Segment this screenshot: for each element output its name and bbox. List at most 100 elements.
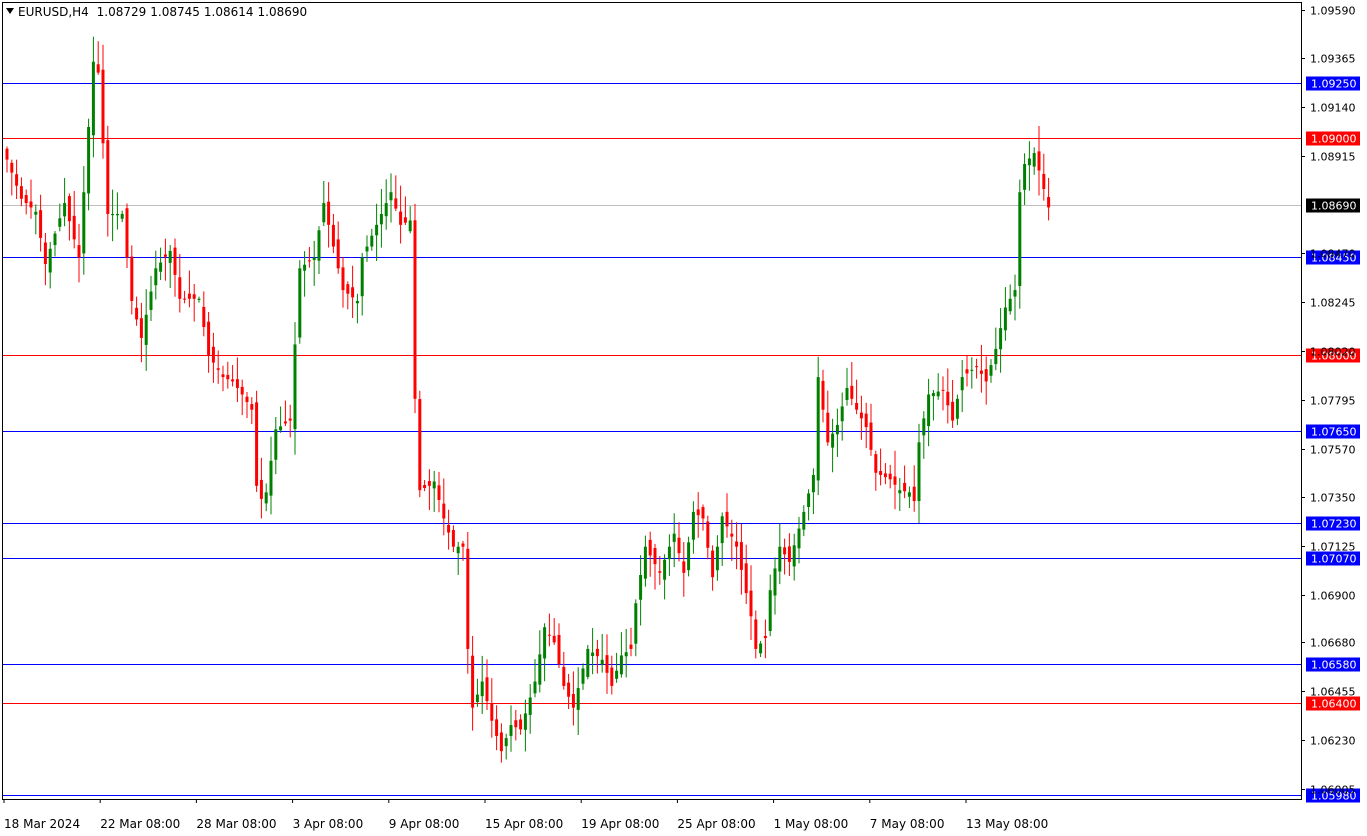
- candle-body: [77, 245, 81, 258]
- candle-body: [327, 201, 331, 225]
- candle-body: [591, 652, 595, 656]
- candle-body: [514, 720, 518, 728]
- candle-body: [322, 203, 326, 223]
- candle-body: [965, 369, 969, 374]
- candle-body: [490, 703, 494, 721]
- candle-body: [677, 537, 681, 554]
- horizontal-levels: 1.092501.090001.084501.080001.076501.072…: [3, 76, 1360, 803]
- candle-body: [687, 542, 691, 571]
- candle-body: [509, 725, 513, 736]
- candle-body: [840, 406, 844, 422]
- time-tick-label: 25 Apr 08:00: [677, 817, 755, 831]
- price-tick-label: 1.08915: [1310, 151, 1356, 164]
- level-price-label: 1.07070: [1311, 553, 1357, 566]
- candle-body: [34, 211, 38, 215]
- candle-body: [715, 546, 719, 571]
- time-tick-label: 3 Apr 08:00: [293, 817, 364, 831]
- candle-body: [893, 476, 897, 485]
- candle-body: [456, 546, 460, 554]
- candle-body: [451, 530, 455, 547]
- candle-body: [375, 224, 379, 236]
- candle-body: [941, 389, 945, 391]
- price-tick-label: 1.06900: [1310, 590, 1356, 603]
- candle-body: [43, 242, 47, 264]
- candle-body: [154, 268, 158, 286]
- candle-body: [562, 666, 566, 686]
- candle-body: [235, 379, 239, 388]
- candle-body: [615, 670, 619, 679]
- candle-body: [826, 412, 830, 443]
- candle-body: [759, 643, 763, 654]
- candle-body: [1008, 298, 1012, 312]
- candle-body: [279, 426, 283, 431]
- candle-body: [653, 548, 657, 565]
- candle-body: [178, 277, 182, 299]
- candle-body: [269, 460, 273, 496]
- candle-body: [307, 260, 311, 262]
- candle-body: [365, 246, 369, 252]
- candle-body: [264, 492, 268, 504]
- candle-body: [547, 634, 551, 636]
- candle-body: [48, 248, 52, 273]
- candle-body: [418, 399, 422, 491]
- candle-body: [543, 627, 547, 659]
- price-tick-label: 1.08245: [1310, 297, 1356, 310]
- price-tick-label: 1.08470: [1310, 248, 1356, 261]
- candlestick-chart[interactable]: 1.092501.090001.084501.080001.076501.072…: [0, 0, 1367, 836]
- candle-body: [778, 546, 782, 572]
- candle-body: [835, 424, 839, 435]
- time-tick-label: 9 Apr 08:00: [389, 817, 460, 831]
- candle-body: [495, 719, 499, 736]
- candle-body: [586, 648, 590, 677]
- candle-body: [999, 328, 1003, 350]
- candle-body: [667, 546, 671, 560]
- candle-body: [831, 433, 835, 448]
- candle-body: [658, 571, 662, 573]
- candle-body: [106, 140, 110, 214]
- level-price-label: 1.06580: [1311, 659, 1357, 672]
- candle-body: [389, 192, 393, 201]
- price-tick-label: 1.07125: [1310, 541, 1356, 554]
- candle-body: [504, 738, 508, 747]
- candle-body: [984, 369, 988, 382]
- candle-body: [379, 213, 383, 225]
- candle-body: [917, 442, 921, 502]
- price-tick-label: 1.06455: [1310, 686, 1356, 699]
- level-price-label: 1.07230: [1311, 518, 1357, 531]
- price-tick-label: 1.08020: [1310, 346, 1356, 359]
- candle-body: [807, 493, 811, 507]
- candle-body: [173, 247, 177, 275]
- candle-body: [581, 668, 585, 684]
- price-tick-label: 1.07795: [1310, 395, 1356, 408]
- candle-body: [403, 217, 407, 223]
- price-tick-label: 1.06680: [1310, 637, 1356, 650]
- time-tick-label: 18 Mar 2024: [4, 817, 80, 831]
- candle-body: [773, 568, 777, 596]
- candle-body: [274, 429, 278, 460]
- candle-body: [883, 473, 887, 478]
- candle-body: [39, 210, 43, 238]
- candle-body: [711, 550, 715, 578]
- candle-body: [168, 250, 172, 263]
- candle-body: [720, 516, 724, 544]
- candle-body: [293, 344, 297, 430]
- candle-body: [610, 667, 614, 686]
- candle-body: [130, 256, 134, 301]
- candle-body: [888, 473, 892, 480]
- candle-body: [989, 365, 993, 376]
- candle-body: [447, 524, 451, 533]
- candle-body: [288, 418, 292, 421]
- candle-body: [898, 490, 902, 494]
- candle-body: [298, 268, 302, 338]
- candle-body: [744, 563, 748, 594]
- price-tick-label: 1.06230: [1310, 735, 1356, 748]
- candle-body: [408, 220, 412, 232]
- candle-body: [648, 539, 652, 556]
- candle-body: [672, 533, 676, 542]
- candle-body: [951, 401, 955, 421]
- candle-body: [370, 235, 374, 247]
- candle-body: [355, 300, 359, 304]
- candle-body: [691, 511, 695, 540]
- candle-body: [639, 574, 643, 600]
- candle-body: [255, 402, 259, 486]
